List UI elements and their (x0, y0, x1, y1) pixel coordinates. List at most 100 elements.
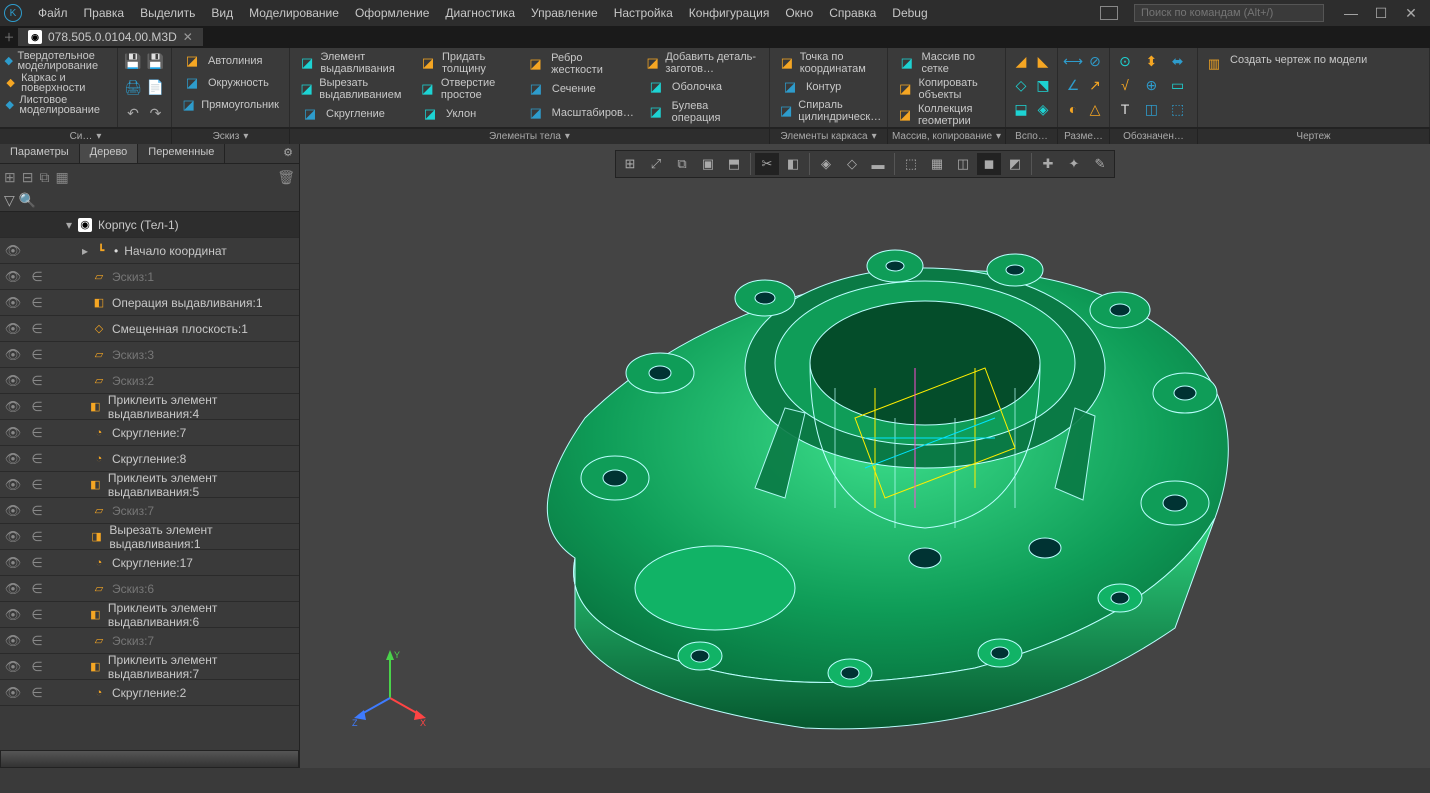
visibility-icon[interactable]: 👁 (4, 451, 22, 467)
include-icon[interactable]: ∈ (28, 399, 46, 415)
tree-item[interactable]: 👁∈◧Приклеить элемент выдавливания:6 (0, 602, 299, 628)
ribbon-command[interactable]: ◪Точка по координатам (778, 50, 879, 76)
mode-button[interactable]: ◆Твердотельное моделирование (4, 50, 113, 72)
mode-button[interactable]: ◆Листовое моделирование (4, 94, 113, 116)
visibility-icon[interactable]: 👁 (4, 295, 22, 311)
visibility-icon[interactable]: 👁 (4, 269, 22, 285)
menu-справка[interactable]: Справка (821, 2, 884, 24)
menu-окно[interactable]: Окно (777, 2, 821, 24)
dim-icon[interactable]: ◐ (1062, 98, 1084, 120)
vt-icon[interactable]: ✚ (1036, 153, 1060, 175)
ribbon-command[interactable]: ◪Булева операция (644, 99, 761, 125)
open-icon[interactable]: 📄 (145, 76, 167, 98)
include-icon[interactable]: ∈ (28, 321, 46, 337)
annot-icon[interactable]: ⊙ (1114, 50, 1136, 72)
include-icon[interactable]: ∈ (28, 529, 46, 545)
ribbon-command[interactable]: ◪Сечение (524, 78, 636, 100)
vt-icon[interactable]: ✎ (1088, 153, 1112, 175)
include-icon[interactable]: ∈ (28, 581, 46, 597)
ribbon-command[interactable]: ◪Коллекция геометрии (896, 102, 997, 128)
aux-icon[interactable]: ⬔ (1032, 74, 1054, 96)
mode-button[interactable]: ◆Каркас и поверхности (4, 72, 113, 94)
close-tab-button[interactable]: ✕ (183, 30, 193, 44)
aux-icon[interactable]: ⬓ (1010, 98, 1032, 120)
ribbon-command[interactable]: ◪Окружность (180, 72, 281, 94)
tree-item[interactable]: 👁∈◧Приклеить элемент выдавливания:4 (0, 394, 299, 420)
visibility-icon[interactable]: 👁 (4, 685, 22, 701)
tree-item[interactable]: 👁∈▱Эскиз:3 (0, 342, 299, 368)
vt-icon[interactable]: ▦ (925, 153, 949, 175)
include-icon[interactable]: ∈ (28, 633, 46, 649)
include-icon[interactable]: ∈ (28, 373, 46, 389)
vt-icon[interactable]: ✂ (755, 153, 779, 175)
visibility-icon[interactable]: 👁 (4, 399, 22, 415)
visibility-icon[interactable]: 👁 (4, 243, 22, 259)
annot-icon[interactable]: ⬍ (1140, 50, 1162, 72)
include-icon[interactable]: ∈ (28, 685, 46, 701)
annot-icon[interactable]: ⬚ (1167, 98, 1189, 120)
tree-item[interactable]: 👁∈▱Эскиз:1 (0, 264, 299, 290)
include-icon[interactable]: ∈ (28, 477, 46, 493)
tree-item[interactable]: 👁∈◨Вырезать элемент выдавливания:1 (0, 524, 299, 550)
tree-item[interactable]: 👁∈▱Эскиз:7 (0, 498, 299, 524)
vt-icon[interactable]: ◇ (840, 153, 864, 175)
menu-конфигурация[interactable]: Конфигурация (681, 2, 778, 24)
create-drawing-button[interactable]: ▥ Создать чертеж по модели (1202, 50, 1425, 75)
delete-icon[interactable]: 🗑 (277, 169, 295, 186)
visibility-icon[interactable]: 👁 (4, 503, 22, 519)
annot-icon[interactable]: T (1114, 98, 1136, 120)
annot-icon[interactable]: ◫ (1140, 98, 1162, 120)
tree-item[interactable]: 👁∈◔Скругление:2 (0, 680, 299, 706)
dim-icon[interactable]: △ (1084, 98, 1106, 120)
aux-icon[interactable]: ◈ (1032, 98, 1054, 120)
ribbon-command[interactable]: ◪Вырезать выдавливанием (298, 76, 410, 102)
layout-icon[interactable] (1100, 6, 1118, 20)
vt-icon[interactable]: ⧉ (670, 153, 694, 175)
include-icon[interactable]: ∈ (28, 425, 46, 441)
vt-icon[interactable]: ⬚ (899, 153, 923, 175)
include-icon[interactable]: ∈ (28, 295, 46, 311)
tree-tool-icon[interactable]: ▦ (55, 169, 68, 186)
scrollbar[interactable] (0, 750, 299, 768)
include-icon[interactable]: ∈ (28, 607, 46, 623)
vt-icon[interactable]: ◫ (951, 153, 975, 175)
tree-item[interactable]: 👁∈◇Смещенная плоскость:1 (0, 316, 299, 342)
sidebar-tab-parameters[interactable]: Параметры (0, 144, 80, 163)
include-icon[interactable]: ∈ (28, 269, 46, 285)
vt-icon[interactable]: ◼ (977, 153, 1001, 175)
ribbon-command[interactable]: ◪Ребро жесткости (524, 51, 636, 77)
menu-выделить[interactable]: Выделить (132, 2, 203, 24)
ribbon-command[interactable]: ◪Скругление (298, 103, 410, 125)
tree-item[interactable]: 👁∈▱Эскиз:2 (0, 368, 299, 394)
ribbon-command[interactable]: ◪Массив по сетке (896, 50, 997, 76)
print-icon[interactable]: 🖨 (122, 76, 144, 98)
vt-icon[interactable]: ⤢ (644, 153, 668, 175)
vt-icon[interactable]: ✦ (1062, 153, 1086, 175)
visibility-icon[interactable]: 👁 (4, 659, 22, 675)
menu-настройка[interactable]: Настройка (606, 2, 681, 24)
visibility-icon[interactable]: 👁 (4, 477, 22, 493)
ribbon-command[interactable]: ◪Автолиния (180, 50, 281, 72)
ribbon-command[interactable]: ◪Придать толщину (418, 50, 516, 76)
annot-icon[interactable]: √ (1114, 74, 1136, 96)
3d-viewport[interactable]: ⊞ ⤢ ⧉ ▣ ⬒ ✂ ◧ ◈ ◇ ▬ ⬚ ▦ ◫ ◼ ◩ ✚ ✦ ✎ (300, 144, 1430, 768)
menu-диагностика[interactable]: Диагностика (437, 2, 523, 24)
redo-icon[interactable]: ↷ (145, 102, 167, 124)
dim-icon[interactable]: ⊘ (1084, 50, 1106, 72)
maximize-button[interactable]: ☐ (1366, 5, 1396, 22)
include-icon[interactable]: ∈ (28, 503, 46, 519)
include-icon[interactable]: ∈ (28, 347, 46, 363)
ribbon-command[interactable]: ◪Элемент выдавливания (298, 50, 410, 76)
save-icon[interactable]: 💾 (122, 50, 144, 72)
tree-tool-icon[interactable]: ⧉ (39, 169, 49, 186)
visibility-icon[interactable]: 👁 (4, 347, 22, 363)
minimize-button[interactable]: — (1336, 5, 1366, 21)
visibility-icon[interactable]: 👁 (4, 373, 22, 389)
tree-tool-icon[interactable]: ⊞ (4, 169, 16, 186)
include-icon[interactable]: ∈ (28, 659, 46, 675)
tree-item[interactable]: 👁∈◔Скругление:17 (0, 550, 299, 576)
tree-item[interactable]: 👁∈▱Эскиз:7 (0, 628, 299, 654)
ribbon-command[interactable]: ◪Копировать объекты (896, 76, 997, 102)
annot-icon[interactable]: ⊕ (1140, 74, 1162, 96)
command-search-input[interactable] (1134, 4, 1324, 22)
